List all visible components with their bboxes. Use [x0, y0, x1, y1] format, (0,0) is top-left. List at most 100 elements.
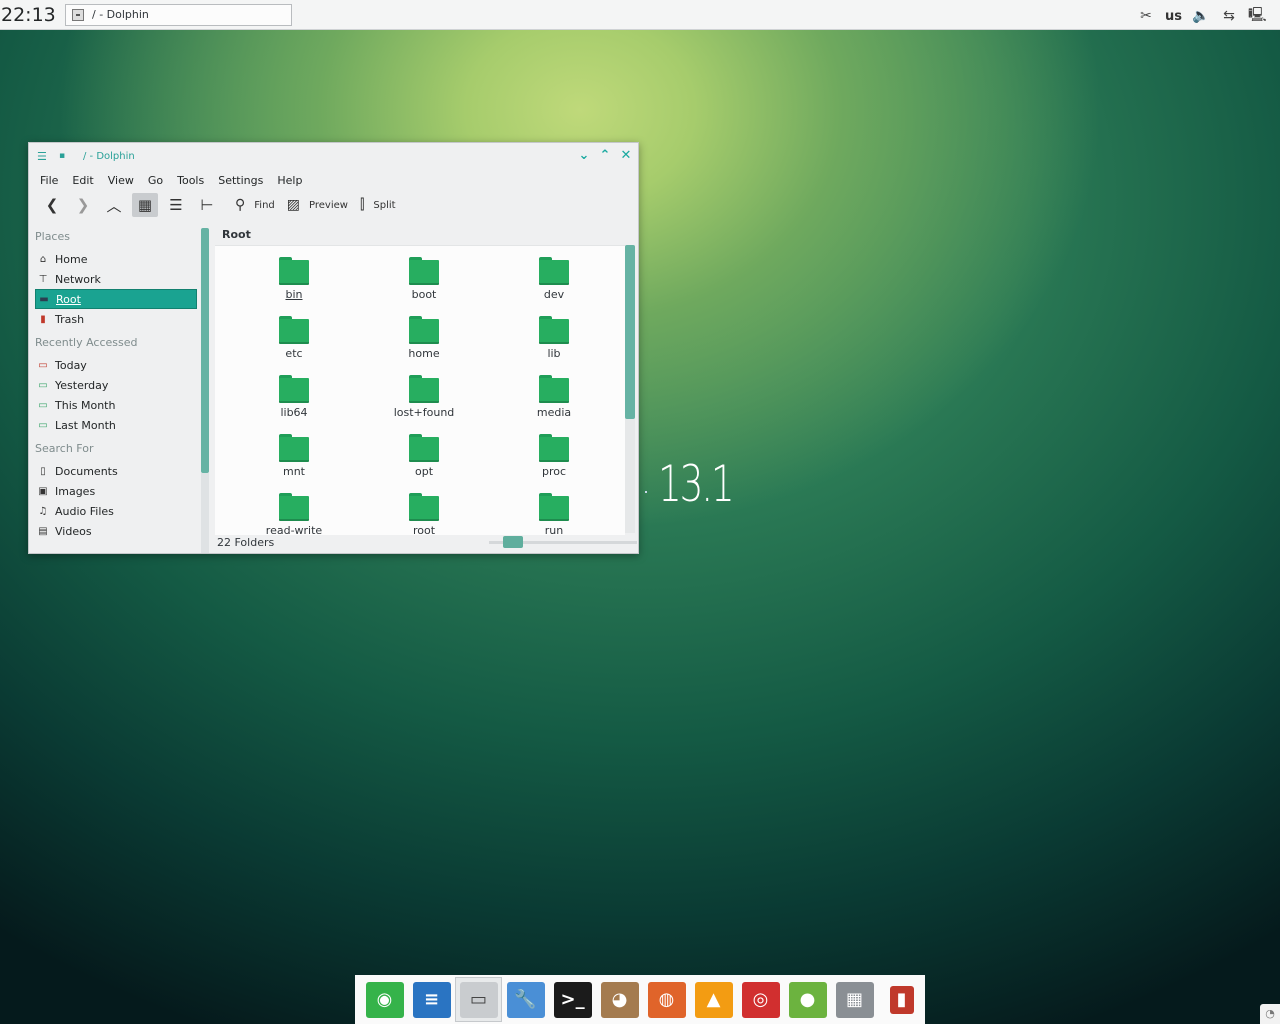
clock[interactable]: 22:13 — [1, 4, 61, 26]
window-title: / - Dolphin — [83, 150, 135, 162]
folder-item[interactable]: lost+found — [359, 372, 489, 431]
menu-settings[interactable]: Settings — [218, 174, 263, 187]
folder-item[interactable]: root — [359, 490, 489, 535]
folder-item[interactable]: opt — [359, 431, 489, 490]
zoom-slider-handle[interactable] — [503, 536, 523, 548]
menu-file[interactable]: File — [40, 174, 58, 187]
menu-edit[interactable]: Edit — [72, 174, 93, 187]
toolbar: ❮ ❯ ︿ ▦ ☰ ⊢ ⚲ Find ▨ Preview ⫿ Split — [29, 191, 638, 219]
folder-name: run — [544, 524, 564, 535]
dock-item[interactable]: ◍ — [643, 977, 690, 1022]
icons-view-button[interactable]: ▦ — [132, 193, 158, 217]
close-button[interactable]: ✕ — [620, 148, 632, 163]
dock-item[interactable]: 🔧 — [502, 977, 549, 1022]
sidebar-item-audio-files[interactable]: ♫ Audio Files — [29, 501, 211, 521]
dock-item[interactable]: ▦ — [831, 977, 878, 1022]
dock-item[interactable]: ≡ — [408, 977, 455, 1022]
dock-item[interactable]: ▮ — [878, 977, 925, 1022]
folder-icon — [539, 434, 569, 462]
folder-item[interactable]: mnt — [229, 431, 359, 490]
folder-name: media — [536, 406, 572, 419]
volume-icon[interactable]: 🔈 — [1192, 8, 1210, 24]
folder-item[interactable]: proc — [489, 431, 619, 490]
dock-item[interactable]: ◕ — [596, 977, 643, 1022]
folder-name: boot — [411, 288, 437, 301]
gimp-icon: ◕ — [600, 981, 639, 1018]
menu-view[interactable]: View — [108, 174, 134, 187]
maximize-button[interactable]: ⌃ — [599, 148, 611, 163]
file-view-scrollbar[interactable] — [625, 245, 635, 533]
folder-icon — [409, 434, 439, 462]
folder-item[interactable]: lib — [489, 313, 619, 372]
window-pin-icon[interactable]: ▪ — [59, 151, 75, 161]
sidebar-item-network[interactable]: ⊤ Network — [29, 269, 211, 289]
pidgin-icon: ● — [788, 981, 827, 1018]
back-button[interactable]: ❮ — [39, 193, 65, 217]
folder-item[interactable]: boot — [359, 254, 489, 313]
folder-item[interactable]: read-write — [229, 490, 359, 535]
folder-item[interactable]: bin — [229, 254, 359, 313]
menu-tools[interactable]: Tools — [177, 174, 204, 187]
vlc-icon: ▲ — [694, 981, 733, 1018]
bottom-dock: ◉ ≡ ▭ 🔧 >_ ◕ ◍ ▲ ◎ ● ▦ ▮ — [355, 975, 925, 1024]
sidebar-item-root[interactable]: ▬ Root — [35, 289, 197, 309]
up-arrow-icon: ︿ — [106, 196, 122, 215]
taskbar-button-dolphin[interactable]: / - Dolphin — [65, 3, 292, 26]
dock-item[interactable]: ▲ — [690, 977, 737, 1022]
folder-item[interactable]: lib64 — [229, 372, 359, 431]
folder-item[interactable]: dev — [489, 254, 619, 313]
sidebar-item-today[interactable]: ▭ Today — [29, 355, 211, 375]
folder-item[interactable]: media — [489, 372, 619, 431]
music-note-icon: ♫ — [38, 505, 48, 517]
dock-item[interactable]: ▭ — [455, 977, 503, 1022]
network-icon[interactable]: 🖳 — [1248, 4, 1267, 28]
places-scrollbar-track[interactable] — [201, 473, 209, 553]
usb-icon[interactable]: ⇆ — [1220, 8, 1238, 24]
file-view-scrollbar-thumb[interactable] — [625, 245, 635, 419]
window-titlebar[interactable]: ☰ ▪ / - Dolphin ⌄ ⌃ ✕ — [29, 143, 638, 169]
sidebar-item-yesterday[interactable]: ▭ Yesterday — [29, 375, 211, 395]
places-scrollbar-thumb[interactable] — [201, 228, 209, 473]
desktop-toolbox-button[interactable]: ◔ — [1260, 1004, 1280, 1024]
sidebar-item-home[interactable]: ⌂ Home — [29, 249, 211, 269]
split-button[interactable]: ⫿ Split — [354, 193, 402, 217]
folder-icon — [279, 375, 309, 403]
find-button[interactable]: ⚲ Find — [229, 193, 281, 217]
places-panel: Places ⌂ Home ⊤ Network ▬ Root ▮ Trash R… — [29, 225, 211, 554]
preview-button[interactable]: ▨ Preview — [281, 193, 354, 217]
breadcrumb[interactable]: Root — [211, 225, 638, 245]
folder-icon — [409, 257, 439, 285]
sidebar-item-last-month[interactable]: ▭ Last Month — [29, 415, 211, 435]
clipboard-scissors-icon[interactable]: ✂ — [1137, 8, 1155, 24]
window-menu-icon[interactable]: ☰ — [37, 150, 51, 163]
sidebar-item-images[interactable]: ▣ Images — [29, 481, 211, 501]
minimize-button[interactable]: ⌄ — [578, 148, 590, 163]
up-button[interactable]: ︿ — [101, 193, 127, 217]
menu-help[interactable]: Help — [277, 174, 302, 187]
folder-item[interactable]: run — [489, 490, 619, 535]
folder-item[interactable]: home — [359, 313, 489, 372]
split-view-icon: ⫿ — [359, 197, 365, 213]
details-view-button[interactable]: ☰ — [163, 193, 189, 217]
window-buttons: ⌄ ⌃ ✕ — [578, 148, 632, 163]
sidebar-item-videos[interactable]: ▤ Videos — [29, 521, 211, 541]
menu-go[interactable]: Go — [148, 174, 163, 187]
folder-name: proc — [541, 465, 567, 478]
dock-item[interactable]: ◉ — [361, 977, 408, 1022]
keyboard-layout-indicator[interactable]: us — [1165, 9, 1182, 24]
back-arrow-icon: ❮ — [45, 196, 59, 214]
sidebar-item-this-month[interactable]: ▭ This Month — [29, 395, 211, 415]
folder-icon: ▬ — [39, 293, 49, 305]
folder-item[interactable]: etc — [229, 313, 359, 372]
forward-button[interactable]: ❯ — [70, 193, 96, 217]
sidebar-item-trash[interactable]: ▮ Trash — [29, 309, 211, 329]
tree-view-button[interactable]: ⊢ — [194, 193, 220, 217]
calendar-today-icon: ▭ — [38, 359, 48, 371]
dock-item[interactable]: >_ — [549, 977, 596, 1022]
dolphin-window: ☰ ▪ / - Dolphin ⌄ ⌃ ✕ File Edit View Go … — [28, 142, 639, 554]
dock-item[interactable]: ● — [784, 977, 831, 1022]
desktop-dot — [645, 491, 647, 493]
dock-item[interactable]: ◎ — [737, 977, 784, 1022]
icon-view[interactable]: bin boot dev etc home lib lib64 lost+found media… — [215, 245, 625, 535]
sidebar-item-documents[interactable]: ▯ Documents — [29, 461, 211, 481]
